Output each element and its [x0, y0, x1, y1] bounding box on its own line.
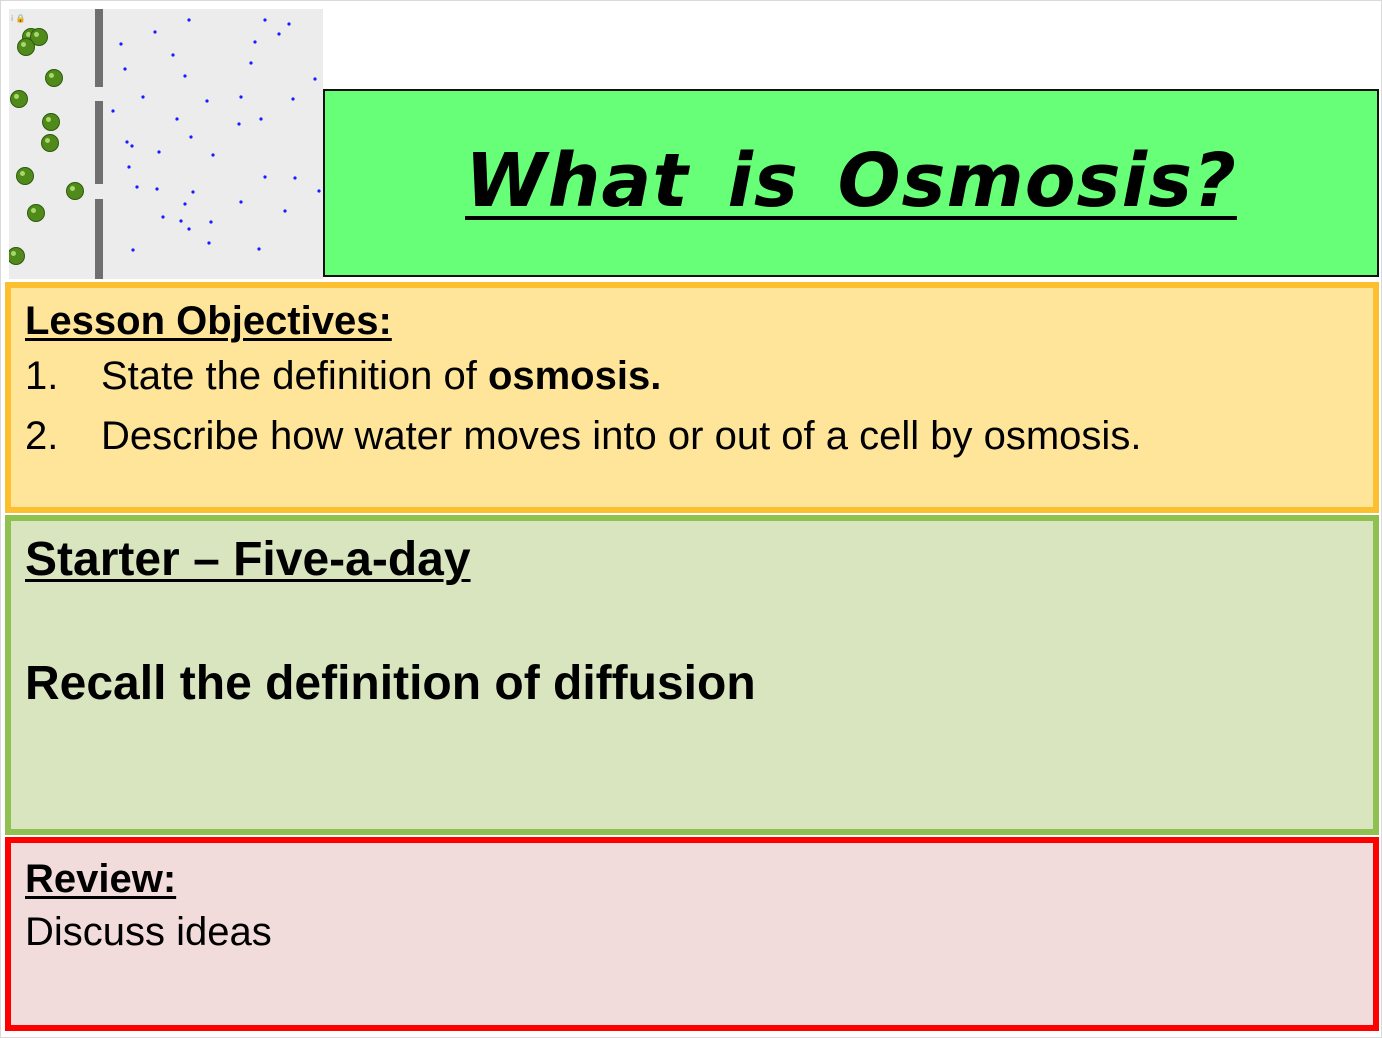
water-molecule — [207, 241, 211, 245]
osmosis-diagram: i 🔒 — [9, 9, 323, 279]
membrane-segment — [95, 101, 103, 184]
review-heading: Review: — [25, 857, 177, 901]
starter-task: Recall the definition of diffusion — [25, 657, 756, 710]
water-molecule — [283, 209, 287, 213]
solute-highlight — [45, 138, 50, 143]
water-molecule — [239, 200, 243, 204]
objective-text: State the definition of osmosis. — [101, 346, 661, 406]
water-molecule — [123, 67, 127, 71]
objective-item: 1. State the definition of osmosis. — [25, 346, 1359, 406]
water-molecule — [253, 40, 257, 44]
water-molecule — [127, 165, 131, 169]
solute-highlight — [11, 251, 16, 256]
water-molecule — [277, 32, 281, 36]
water-molecule — [125, 140, 129, 144]
water-molecule — [187, 227, 191, 231]
osmosis-animation-image: i 🔒 — [9, 9, 323, 279]
water-molecule — [179, 219, 183, 223]
solute-particle — [10, 90, 28, 108]
water-molecule — [189, 135, 193, 139]
water-molecule — [205, 99, 209, 103]
solute-highlight — [46, 117, 51, 122]
review-text: Discuss ideas — [25, 910, 272, 954]
solute-particle — [16, 167, 34, 185]
solute-highlight — [49, 73, 54, 78]
objective-number: 2. — [25, 414, 59, 458]
objective-text-bold: osmosis. — [487, 354, 662, 398]
solute-highlight — [70, 186, 75, 191]
solute-particle — [45, 69, 63, 87]
water-molecule — [263, 175, 267, 179]
water-molecule — [119, 42, 123, 46]
water-molecule — [135, 185, 139, 189]
membrane-segment — [95, 9, 103, 87]
solute-particle — [66, 182, 84, 200]
review-panel: Review: Discuss ideas — [5, 837, 1379, 1031]
water-molecule — [161, 215, 165, 219]
page-title: What is Osmosis? — [465, 138, 1237, 224]
water-molecule — [239, 95, 243, 99]
water-molecule — [263, 18, 267, 22]
solute-particle — [27, 204, 45, 222]
solute-particle — [17, 38, 35, 56]
water-molecule — [249, 61, 253, 65]
solute-particle — [9, 247, 25, 265]
solute-highlight — [31, 208, 36, 213]
water-molecule — [259, 117, 263, 121]
objectives-panel: Lesson Objectives: 1. State the definiti… — [5, 282, 1379, 513]
objectives-list: 1. State the definition of osmosis. 2. D… — [25, 346, 1359, 466]
solute-highlight — [21, 42, 26, 47]
water-molecule — [171, 53, 175, 57]
water-molecule — [313, 77, 317, 81]
slide: i 🔒 What is Osmosis? Lesson Objectives: … — [0, 0, 1382, 1038]
solute-particle — [41, 134, 59, 152]
water-molecule — [183, 74, 187, 78]
membrane-segment — [95, 199, 103, 279]
water-molecule — [141, 95, 145, 99]
objective-text-plain: Describe how water moves into or out of … — [101, 414, 1142, 458]
water-molecule — [293, 176, 297, 180]
solute-highlight — [14, 94, 19, 99]
water-molecule — [175, 117, 179, 121]
water-molecule — [237, 122, 241, 126]
water-molecule — [211, 153, 215, 157]
water-molecule — [153, 30, 157, 34]
water-molecule — [191, 190, 195, 194]
water-molecule — [209, 220, 213, 224]
water-molecule — [155, 187, 159, 191]
objective-item: 2. Describe how water moves into or out … — [25, 406, 1359, 466]
water-molecule — [291, 97, 295, 101]
starter-heading: Starter – Five-a-day — [25, 533, 471, 586]
objective-text: Describe how water moves into or out of … — [101, 406, 1141, 466]
water-molecule — [131, 248, 135, 252]
solute-highlight — [20, 171, 25, 176]
water-molecule — [257, 247, 261, 251]
water-molecule — [317, 189, 321, 193]
title-box: What is Osmosis? — [323, 89, 1379, 277]
water-molecule — [287, 22, 291, 26]
water-molecule — [111, 109, 115, 113]
objective-text-plain: State the definition of — [101, 354, 488, 398]
objectives-heading: Lesson Objectives: — [25, 299, 392, 343]
objective-number: 1. — [25, 354, 59, 398]
starter-panel: Starter – Five-a-day Recall the definiti… — [5, 515, 1379, 835]
water-molecule — [130, 144, 134, 148]
water-molecule — [157, 150, 161, 154]
water-molecule — [183, 202, 187, 206]
solute-highlight — [34, 32, 39, 37]
water-molecule — [187, 18, 191, 22]
solute-particle — [42, 113, 60, 131]
sim-lock-icon: i 🔒 — [11, 14, 26, 23]
